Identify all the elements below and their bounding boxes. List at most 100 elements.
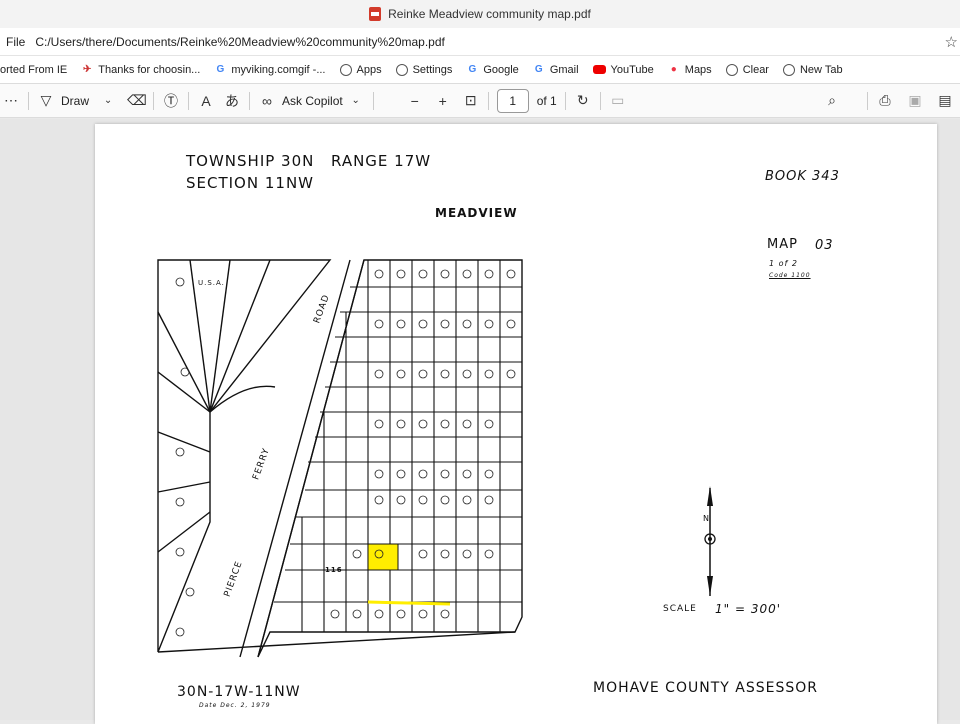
north-arrow-icon [704,486,716,596]
page-total: of 1 [536,93,557,108]
divider [188,91,190,110]
bookmark-maps[interactable]: ● Maps [668,64,712,76]
bookmark-imported[interactable]: orted From IE [0,64,67,76]
draw-label: Draw [61,93,90,108]
file-scheme-label: File [6,34,26,49]
read-aloud-icon[interactable]: A [197,93,215,109]
bookmark-label: New Tab [799,63,843,76]
page-view-icon[interactable]: ▭ [609,92,627,109]
divider [249,91,251,110]
bird-icon: ✈ [83,63,92,75]
chevron-down-icon[interactable]: ⌄ [347,95,365,106]
window-titlebar: Reinke Meadview community map.pdf [0,0,960,28]
bookmark-gmail[interactable]: G Gmail [533,64,579,76]
pdf-viewer[interactable]: TOWNSHIP 30N RANGE 17W SECTION 11NW BOOK… [0,119,960,724]
scale-value: 1" = 300' [715,602,782,616]
divider [487,91,489,110]
pdf-page: TOWNSHIP 30N RANGE 17W SECTION 11NW BOOK… [95,124,937,724]
save-icon[interactable]: ▣ [906,92,924,109]
zoom-out-icon[interactable]: − [406,93,424,109]
bookmark-label: Maps [684,63,712,76]
bookmark-thanks[interactable]: ✈ Thanks for choosin... [81,64,200,76]
divider [564,91,566,110]
search-icon[interactable]: ⌕ [823,92,841,109]
google-icon: G [468,63,477,75]
highlight-street-marker [367,600,451,606]
bookmark-google[interactable]: G Google [466,64,518,76]
draw-icon: ▽ [40,92,52,108]
divider [153,91,155,110]
pdf-toolbar: ⋯ ▽ Draw ⌄ ⌫ Ⓣ A あ ∞ Ask Copilot ⌄ − + ⊡… [0,84,960,118]
highlighted-lot[interactable] [367,543,399,571]
favorite-star-icon[interactable]: ☆ [945,33,958,51]
address-bar[interactable]: File C:/Users/there/Documents/Reinke%20M… [0,28,960,56]
globe-icon [339,63,352,76]
code-label: Code 1100 [769,272,811,279]
bookmark-label: Apps [356,63,382,76]
globe-icon [395,63,408,76]
footer-date: Date Dec. 2, 1979 [199,702,271,709]
usa-land-parcel [157,259,332,653]
map-label: MAP [767,237,798,252]
bookmark-apps[interactable]: Apps [339,63,382,76]
divider [372,91,374,110]
footer-section-code: 30N-17W-11NW [177,684,301,700]
print-icon[interactable]: ⎙ [876,92,894,109]
bookmark-youtube[interactable]: YouTube [592,63,654,76]
bookmarks-bar: orted From IE ✈ Thanks for choosin... Gmy… [0,56,960,84]
bookmark-label: Google [483,63,519,76]
book-label: BOOK 343 [765,169,840,184]
copilot-icon: ∞ [262,92,272,109]
copilot-label: Ask Copilot [282,93,343,108]
divider [867,91,868,110]
youtube-icon [592,65,606,74]
rotate-icon[interactable]: ↻ [574,92,592,109]
bottom-boundary [157,631,516,653]
bookmark-label: Clear [742,63,769,76]
bookmark-clear[interactable]: Clear [725,63,769,76]
window-title: Reinke Meadview community map.pdf [388,7,591,21]
bookmark-label: Gmail [549,63,579,76]
eraser-icon[interactable]: ⌫ [127,92,147,109]
section-label: SECTION 11NW [186,174,314,192]
pdf-file-icon [369,7,382,21]
globe-icon [782,63,795,76]
fit-page-icon[interactable]: ⊡ [462,92,480,109]
bookmark-new-tab[interactable]: New Tab [782,63,843,76]
township-label: TOWNSHIP 30N [186,152,315,170]
menu-icon[interactable]: ⋯ [2,92,20,109]
bookmark-settings[interactable]: Settings [395,63,453,76]
road-edge-left [239,259,351,658]
range-label: RANGE 17W [331,152,432,170]
ask-copilot-button[interactable]: ∞ Ask Copilot ⌄ [258,93,365,109]
bookmark-label: orted From IE [0,63,68,76]
bookmark-label: Thanks for choosin... [98,63,201,76]
chevron-down-icon[interactable]: ⌄ [99,95,117,106]
divider [599,91,601,110]
bookmark-label: myviking.comgif -... [231,63,326,76]
address-url[interactable]: C:/Users/there/Documents/Reinke%20Meadvi… [35,35,445,49]
draw-button[interactable]: ▽ Draw ⌄ [37,92,117,109]
usa-label: U.S.A. [198,279,225,287]
google-icon: G [216,63,225,75]
map-number: 03 [815,238,834,253]
google-icon: G [534,63,543,75]
zoom-in-icon[interactable]: + [434,93,452,109]
bookmark-label: Settings [412,63,453,76]
county-assessor-label: MOHAVE COUNTY ASSESSOR [593,680,818,696]
community-label: MEADVIEW [435,206,518,220]
translate-icon[interactable]: あ [223,91,241,111]
sheet-label: 1 of 2 [769,259,798,268]
globe-icon [725,63,738,76]
save-as-icon[interactable]: ▤ [936,92,954,109]
scale-label: SCALE [663,604,697,614]
maps-pin-icon: ● [670,63,677,75]
page-number-input[interactable]: 1 [496,88,529,113]
highlight-lot-number: 116 [325,566,343,574]
divider [28,91,29,110]
bookmark-myviking[interactable]: Gmyviking.comgif -... [214,64,325,76]
parcel-map [157,259,523,658]
north-label: N [703,514,710,523]
text-box-icon[interactable]: Ⓣ [162,91,180,111]
bookmark-label: YouTube [610,63,654,76]
